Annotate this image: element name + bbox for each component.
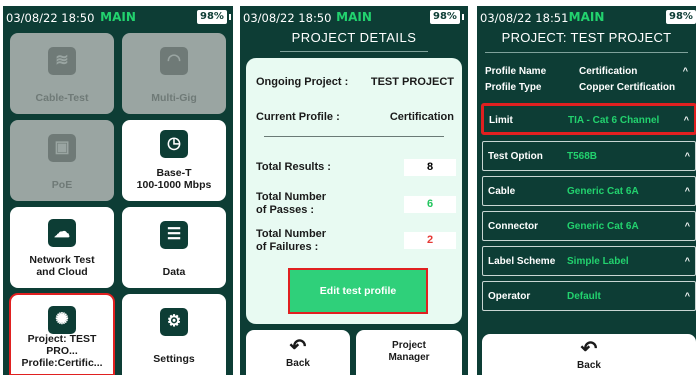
project-manager-label-line2: Manager [388,352,430,363]
chevron-up-icon: ^ [683,115,689,125]
project-profile-screen: 03/08/22 18:51 MAIN 98% PROJECT: TEST PR… [477,6,696,375]
back-arrow-icon: ↶ [289,336,307,358]
setting-row-operator[interactable]: Operator Default ^ [482,281,696,311]
chevron-up-icon: ^ [682,66,688,76]
divider [264,136,444,137]
tile-label: PoE [51,179,73,191]
chevron-up-icon: ^ [684,291,690,301]
setting-row-connector[interactable]: Connector Generic Cat 6A ^ [482,211,696,241]
profile-name-value: Certification [579,66,638,77]
chevron-up-icon: ^ [684,151,690,161]
ongoing-project-value: TEST PROJECT [370,76,454,88]
stopwatch-icon: ◷ [160,130,188,158]
setting-value: Generic Cat 6A [567,221,639,232]
status-bar: 03/08/22 18:51 MAIN 98% [477,6,696,28]
setting-key: Limit [489,115,513,126]
tile-label: Project: TEST PRO... Profile:Certific... [12,333,112,369]
tile-label: Settings [153,353,195,365]
setting-key: Cable [488,186,516,197]
tile-label: Network Test and Cloud [12,254,112,278]
page-title: PROJECT DETAILS [291,30,417,45]
tile-label-line1: Network Test [29,254,95,266]
battery-indicator: 98% [666,10,696,24]
title-divider [280,51,428,52]
tile-label-line1: Project: TEST PRO... [27,333,97,357]
setting-value: Simple Label [567,256,629,267]
tile-poe[interactable]: ▣ PoE [10,120,114,201]
total-passes-count: 6 [404,196,456,213]
setting-key: Label Scheme [488,256,556,267]
edit-test-profile-button[interactable]: Edit test profile [288,268,428,314]
setting-value: TIA - Cat 6 Channel [568,115,660,126]
ongoing-project-label: Ongoing Project : [256,76,349,88]
setting-row-limit[interactable]: Limit TIA - Cat 6 Channel ^ [481,103,696,135]
back-label: Back [577,360,601,371]
tile-label-line1: Base-T [156,167,192,179]
profile-name-row[interactable]: Profile Name Certification ^ [485,66,690,77]
page-title: PROJECT: TEST PROJECT [501,30,672,45]
setting-row-cable[interactable]: Cable Generic Cat 6A ^ [482,176,696,206]
lightbulb-icon: ✺ [48,306,76,334]
setting-value: Default [567,291,601,302]
status-mode: MAIN [568,10,605,24]
current-profile-row: Current Profile : Certification [256,111,454,123]
total-failures-count: 2 [404,232,456,249]
tile-label-line2: 100-1000 Mbps [136,179,212,191]
current-profile-value: Certification [389,111,454,123]
tile-data[interactable]: ☰ Data [122,207,226,288]
setting-key: Test Option [488,151,543,162]
setting-row-label-scheme[interactable]: Label Scheme Simple Label ^ [482,246,696,276]
status-bar: 03/08/22 18:50 MAIN 98% [3,6,233,28]
tile-multi-gig[interactable]: ◠ Multi-Gig [122,33,226,114]
current-profile-label: Current Profile : [256,111,340,123]
project-manager-label-line1: Project [392,340,426,351]
tile-label: Cable-Test [35,92,89,104]
main-menu-screen: 03/08/22 18:50 MAIN 98% ≋ Cable-Test ◠ M… [3,6,233,375]
project-details-card: Ongoing Project : TEST PROJECT Current P… [246,58,462,324]
setting-value: Generic Cat 6A [567,186,639,197]
cloud-icon: ☁ [48,219,76,247]
tile-label-line2: and Cloud [36,266,88,278]
back-button[interactable]: ↶ Back [482,334,696,375]
tile-cable-test[interactable]: ≋ Cable-Test [10,33,114,114]
gear-icon: ⚙ [160,308,188,336]
tile-project[interactable]: ✺ Project: TEST PRO... Profile:Certific.… [9,293,115,375]
tile-label: Base-T 100-1000 Mbps [124,167,224,191]
database-icon: ☰ [160,221,188,249]
back-button[interactable]: ↶ Back [246,330,350,375]
status-bar: 03/08/22 18:50 MAIN 98% [240,6,468,28]
tile-label: Multi-Gig [151,92,197,104]
project-manager-button[interactable]: Project Manager [356,330,462,375]
title-divider [485,52,688,53]
tile-label: Data [162,266,186,278]
total-results-count: 8 [404,159,456,176]
tile-base-t[interactable]: ◷ Base-T 100-1000 Mbps [122,120,226,201]
setting-key: Operator [488,291,531,302]
tile-network-test[interactable]: ☁ Network Test and Cloud [10,207,114,288]
setting-row-test-option[interactable]: Test Option T568B ^ [482,141,696,171]
battery-indicator: 98% [430,10,464,24]
setting-value: T568B [567,151,598,162]
profile-type-value: Copper Certification [579,82,676,93]
setting-key: Connector [488,221,538,232]
tile-settings[interactable]: ⚙ Settings [122,294,226,375]
profile-type-row: Profile Type Copper Certification [485,82,690,93]
project-details-screen: 03/08/22 18:50 MAIN 98% PROJECT DETAILS … [240,6,468,375]
ethernet-port-icon: ▣ [48,134,76,162]
total-results-label: Total Results : [256,161,331,173]
cable-icon: ≋ [48,47,76,75]
chevron-up-icon: ^ [684,186,690,196]
chevron-up-icon: ^ [684,221,690,231]
back-label: Back [286,358,310,369]
ongoing-project-row: Ongoing Project : TEST PROJECT [256,76,454,88]
back-arrow-icon: ↶ [580,338,598,360]
profile-name-label: Profile Name [485,66,547,77]
speedometer-icon: ◠ [160,47,188,75]
battery-indicator: 98% [197,10,231,24]
tile-label-line2: Profile:Certific... [21,357,103,369]
profile-type-label: Profile Type [485,82,542,93]
chevron-up-icon: ^ [684,256,690,266]
